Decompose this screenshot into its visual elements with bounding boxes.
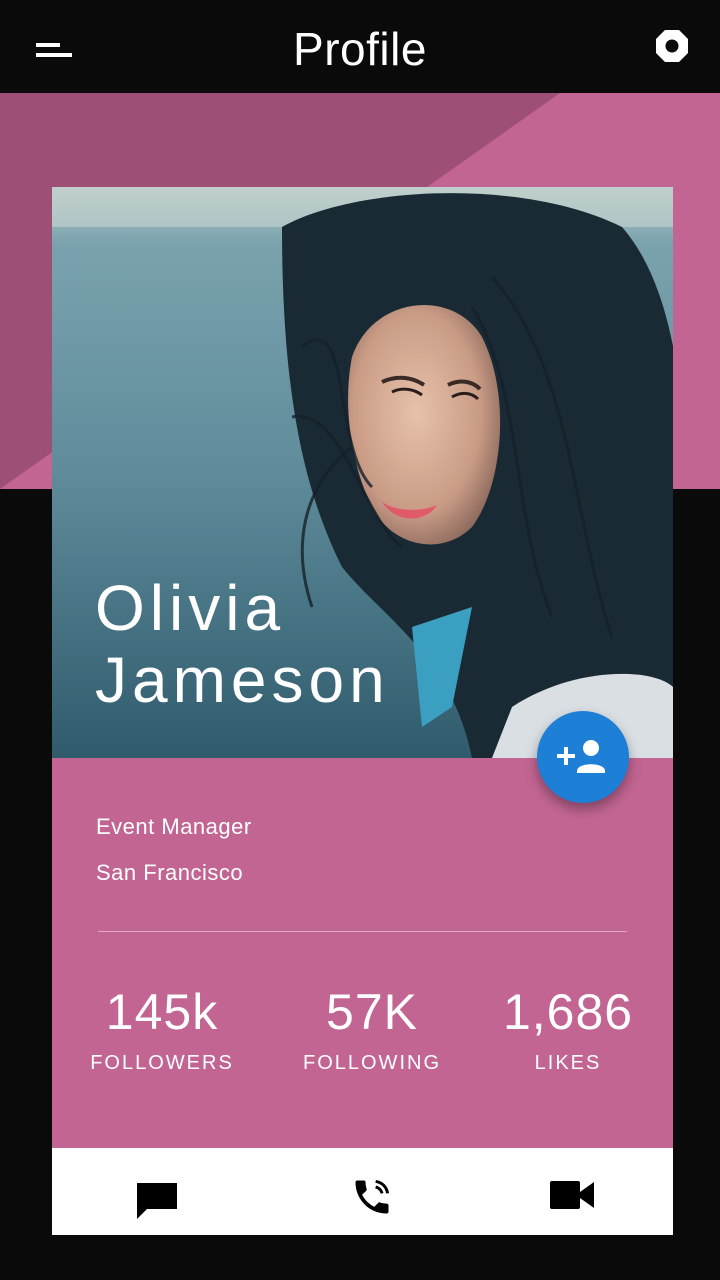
location: San Francisco xyxy=(96,860,244,885)
job-title: Event Manager xyxy=(96,814,252,839)
stat-value: 1,686 xyxy=(502,984,634,1040)
stat-value: 145k xyxy=(105,984,219,1040)
chat-icon xyxy=(137,1183,177,1219)
add-person-icon xyxy=(557,740,605,773)
video-call-button[interactable] xyxy=(497,1148,657,1235)
settings-icon[interactable] xyxy=(652,26,692,66)
stat-following[interactable]: 57K FOLLOWING xyxy=(272,982,472,1075)
stat-label: FOLLOWERS xyxy=(90,1052,234,1074)
divider xyxy=(98,931,627,932)
app-bar: Profile xyxy=(0,0,720,93)
video-camera-icon xyxy=(550,1181,594,1209)
last-name: Jameson xyxy=(95,644,390,716)
first-name: Olivia xyxy=(95,572,286,644)
stat-followers[interactable]: 145k FOLLOWERS xyxy=(62,982,262,1075)
stat-likes[interactable]: 1,686 LIKES xyxy=(468,982,668,1075)
action-bar xyxy=(52,1148,673,1235)
stat-value: 57K xyxy=(326,984,418,1040)
stat-label: LIKES xyxy=(534,1052,602,1074)
add-friend-button[interactable] xyxy=(537,711,629,803)
profile-photo: Olivia Jameson xyxy=(52,187,673,758)
profile-name: Olivia Jameson xyxy=(95,572,390,716)
phone-icon xyxy=(355,1179,390,1214)
profile-card: Olivia Jameson Event Manager San Francis… xyxy=(52,187,673,1235)
stat-label: FOLLOWING xyxy=(302,1052,441,1074)
call-button[interactable] xyxy=(292,1148,452,1235)
page-title: Profile xyxy=(293,23,427,75)
message-button[interactable] xyxy=(77,1148,237,1235)
